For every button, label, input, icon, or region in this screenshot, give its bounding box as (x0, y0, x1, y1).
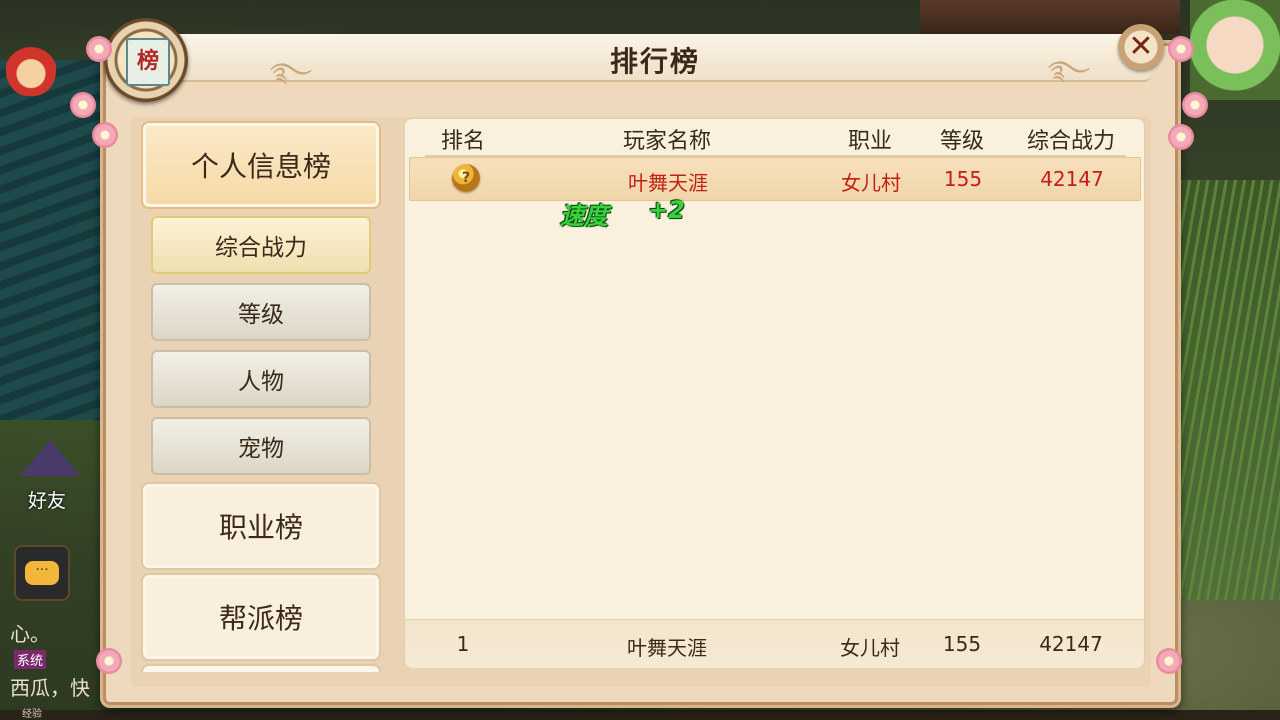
cell-job: 女儿村 (841, 171, 901, 195)
nav-category-label: 个人信息榜 (190, 150, 331, 183)
ranking-table: 排名 玩家名称 职业 等级 综合战力 ? 叶舞天涯 女儿村 155 42147 … (404, 118, 1145, 668)
cell-power: 42147 (1040, 167, 1104, 191)
nav-sub-label: 人物 (238, 369, 284, 395)
nav-category-more[interactable] (141, 664, 381, 672)
emblem-scroll: 榜 (126, 38, 170, 86)
exp-label: 经验 (22, 709, 42, 720)
nav-sub-pet[interactable]: 宠物 (151, 417, 371, 475)
panel-title-bar: ࿐ 排行榜 ࿐ (160, 34, 1150, 88)
chat-line: 西瓜，快 (10, 676, 90, 700)
chat-line: 心。 (10, 622, 50, 646)
nav-category-label: 职业榜 (218, 511, 303, 544)
scene-willow-tree (1170, 180, 1280, 600)
flower-ornament-icon (70, 92, 96, 118)
flower-ornament-icon (1168, 124, 1194, 150)
my-rank: 1 (456, 632, 470, 656)
swirl-ornament-icon: ࿐ (1047, 56, 1090, 86)
nav-sub-label: 宠物 (238, 436, 284, 462)
scene-building (0, 60, 116, 420)
nav-category-label: 帮派榜 (218, 602, 303, 635)
table-row[interactable]: ? 叶舞天涯 女儿村 155 42147 (409, 157, 1141, 201)
friend-hat-icon (20, 440, 80, 476)
flower-ornament-icon (1182, 92, 1208, 118)
nav-category-personal[interactable]: 个人信息榜 (141, 121, 381, 209)
nav-category-job[interactable]: 职业榜 (141, 482, 381, 570)
flower-ornament-icon (1168, 36, 1194, 62)
flower-ornament-icon (86, 36, 112, 62)
column-header-level: 等级 (939, 129, 985, 154)
friend-button[interactable]: 好友 (14, 440, 84, 520)
my-power: 42147 (1039, 632, 1103, 656)
close-button[interactable]: ✕ (1118, 24, 1164, 70)
column-header-job: 职业 (847, 129, 893, 154)
my-name: 叶舞天涯 (627, 636, 707, 660)
cell-name: 叶舞天涯 (628, 171, 708, 195)
table-header: 排名 玩家名称 职业 等级 综合战力 (405, 119, 1144, 157)
cell-level: 155 (943, 167, 983, 191)
panel-title: 排行榜 (609, 45, 700, 78)
flower-ornament-icon (1156, 648, 1182, 674)
nav-sub-character[interactable]: 人物 (151, 350, 371, 408)
flower-ornament-icon (92, 122, 118, 148)
buff-popup-value: +2 (648, 196, 685, 224)
chat-tag-system: 系统 (14, 650, 47, 669)
exp-bar (0, 710, 1280, 720)
ranking-emblem-icon: 榜 (104, 18, 188, 102)
player-avatar[interactable] (1190, 0, 1280, 100)
nav-sub-level[interactable]: 等级 (151, 283, 371, 341)
chat-bubble-icon: ··· (25, 561, 59, 585)
friend-label: 好友 (28, 490, 67, 512)
buff-popup-label: 速度 (560, 202, 608, 230)
gold-medal-icon: ? (452, 164, 480, 192)
column-header-name: 玩家名称 (622, 129, 712, 154)
column-header-power: 综合战力 (1026, 129, 1116, 154)
my-level: 155 (942, 632, 982, 656)
mascot-icon[interactable] (6, 40, 56, 96)
my-rank-row: 1 叶舞天涯 女儿村 155 42147 (405, 619, 1144, 668)
nav-sub-combat-power[interactable]: 综合战力 (151, 216, 371, 274)
chat-button[interactable]: ··· (14, 545, 70, 601)
my-job: 女儿村 (840, 636, 900, 660)
column-header-rank: 排名 (440, 129, 486, 154)
nav-category-guild[interactable]: 帮派榜 (141, 573, 381, 661)
nav-sub-label: 综合战力 (215, 235, 307, 261)
flower-ornament-icon (96, 648, 122, 674)
close-icon: ✕ (1128, 29, 1154, 64)
nav-sub-label: 等级 (238, 302, 284, 328)
